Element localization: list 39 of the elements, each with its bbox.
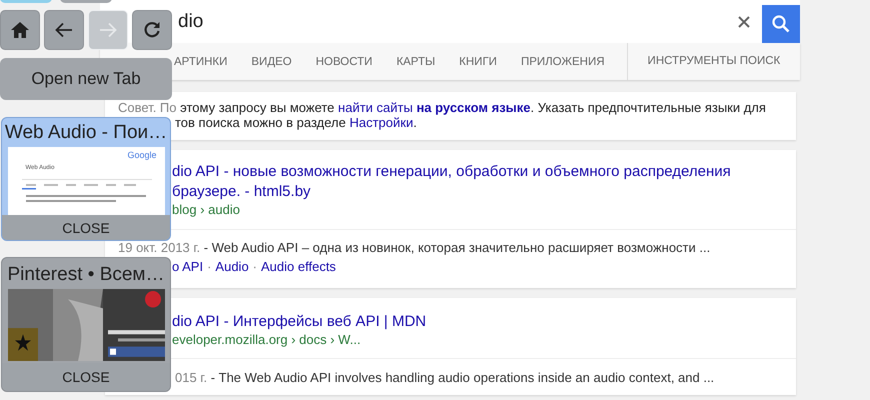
sitelink[interactable]: o API [172,259,204,275]
separator-dot: · [252,259,258,275]
hint-link[interactable]: найти сайты [338,100,413,115]
home-button[interactable] [0,10,40,50]
search-tab[interactable]: ВИДЕО [251,56,292,68]
home-icon [10,21,30,39]
search-tab[interactable]: КАРТЫ [396,56,436,68]
sitelink[interactable]: Audio effects [261,259,336,275]
search-tab[interactable]: АРТИНКИ [174,56,228,68]
result-title-link[interactable]: dio API - Интерфейсы веб API | MDN [172,312,783,332]
reload-button[interactable] [132,10,172,50]
settings-link[interactable]: Настройки [349,115,414,130]
result-snippet: 015 г. - The Web Audio API involves handling audio operations inside an audio context, and ... [175,371,716,385]
back-arrow-icon [55,22,73,38]
reload-icon [143,21,161,39]
tab-card[interactable]: Pinterest • Всем… CLOSE [1,257,171,392]
hint-link[interactable]: на русском языке [416,100,531,115]
result-snippet: 19 окт. 2013 г. - Web Audio API – одна из новинок, которая значительно расширяет возможности ... [118,241,712,255]
hint-text: Совет. По этому запросу вы можете найти сайты на русском языке. Указать предпочтительные языки для [118,100,767,115]
result-url: eveloper.mozilla.org › docs › W... [172,332,362,348]
open-new-tab-button[interactable]: Open new Tab [0,58,172,100]
back-button[interactable] [44,10,84,50]
result-title-link[interactable]: dio API - новые возможности генерации, обработки и объемного распределения [172,162,783,182]
search-tab[interactable]: НОВОСТИ [316,56,372,68]
search-tab[interactable]: ПРИЛОЖЕНИЯ [520,56,605,68]
search-tab[interactable]: КНИГИ [459,56,497,68]
separator-dot: · [207,259,212,275]
close-tab-button[interactable]: CLOSE [2,215,170,240]
search-button[interactable] [762,5,800,43]
search-icon [771,14,791,34]
result-url: blog › audio [172,202,241,218]
logo-text: Google [127,150,156,160]
close-icon [737,14,751,28]
tab-title: Pinterest • Всем… [8,263,164,287]
result-title-link[interactable]: браузере. - html5.by [172,182,783,202]
forward-arrow-icon [99,22,117,38]
sitelink[interactable]: Audio [215,259,249,275]
tab-title: Web Audio - Пои… [4,121,168,145]
search-tools-tab[interactable]: ИНСТРУМЕНТЫ ПОИСК [626,43,780,80]
